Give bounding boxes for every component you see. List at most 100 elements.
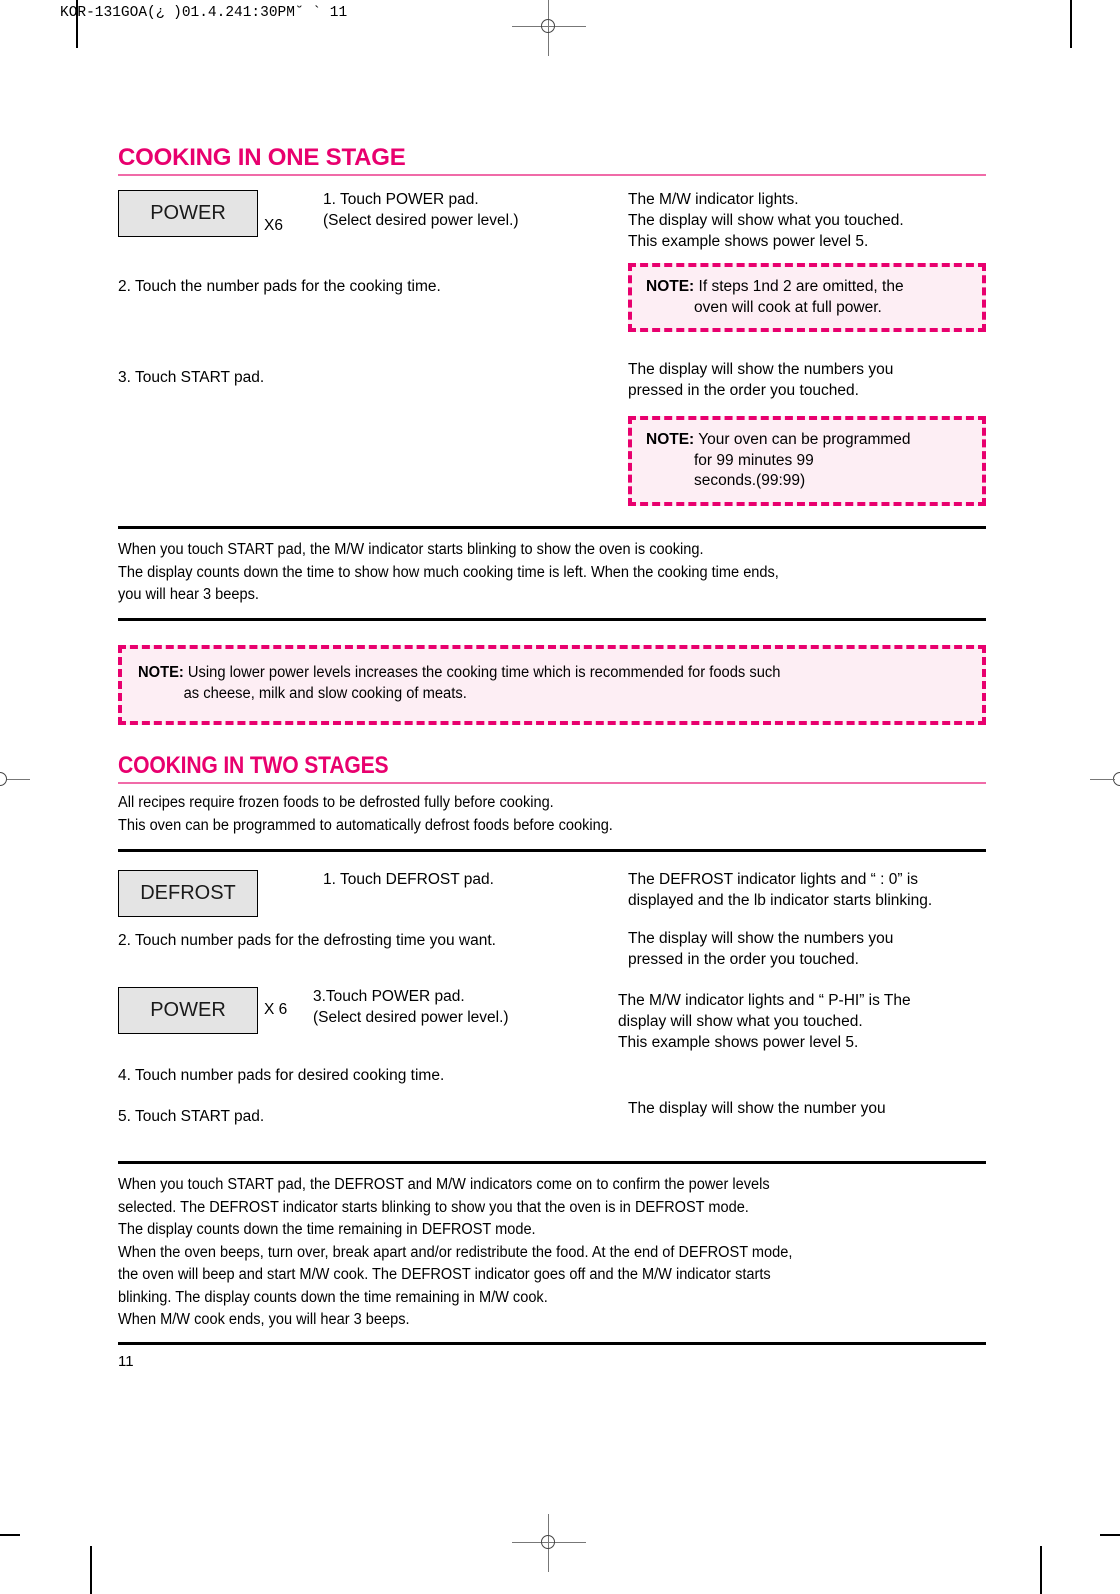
section-two-title-rule (118, 782, 986, 785)
result-1-line-2: The display will show what you touched. (628, 212, 904, 230)
crop-mark-bottom-left-vertical (90, 1546, 92, 1594)
result-2-line-1: The display will show the numbers you (628, 361, 894, 379)
step-d5-result: The display will show the number you (628, 1099, 986, 1120)
section-one-title: COOKING IN ONE STAGE (118, 144, 406, 171)
print-slug: KOR-131GOA(¿ )01.4.241:30PM˘ ` 11 (60, 5, 348, 21)
note-3-label: NOTE: (138, 664, 184, 682)
step-row-2: 2. Touch the number pads for the cooking… (118, 263, 986, 333)
summary-2-line-6: blinking. The display counts down the ti… (118, 1288, 548, 1306)
defrost-pad-button[interactable]: DEFROST (118, 870, 258, 917)
summary-1-line-2: The display counts down the time to show… (118, 563, 779, 581)
crop-mark-top-right-vertical (1070, 0, 1072, 48)
result-d3-line-3: This example shows power level 5. (618, 1033, 859, 1051)
crop-mark-bottom-left-horizontal (0, 1534, 20, 1536)
summary-2-line-3: The display counts down the time remaini… (118, 1221, 536, 1239)
summary-1-line-3: you will hear 3 beeps. (118, 585, 259, 603)
power-pad-button-2[interactable]: POWER (118, 986, 258, 1034)
step-d5-line: 5. Touch START pad. (118, 1107, 265, 1125)
note-1-line-1: NOTE: If steps 1nd 2 are omitted, the (646, 277, 970, 298)
step-row-3: 3. Touch START pad. The display will sho… (118, 361, 986, 402)
result-d1-line-2: displayed and the lb indicator starts bl… (628, 891, 933, 909)
intro-line-1: All recipes require frozen foods to be d… (118, 794, 554, 812)
page-number: 11 (118, 1352, 134, 1370)
step-2-line: 2. Touch the number pads for the cooking… (118, 278, 441, 296)
summary-2-line-5: the oven will beep and start M/W cook. T… (118, 1266, 771, 1284)
step-d1-line: 1. Touch DEFROST pad. (323, 871, 494, 888)
result-d3-line-2: display will show what you touched. (618, 1012, 863, 1030)
step-d3-result: The M/W indicator lights and “ P-HI” is … (618, 991, 986, 1054)
note-2-label: NOTE: (646, 431, 695, 449)
step-d1-text: 1. Touch DEFROST pad. (323, 870, 628, 891)
power-pad-multiplier-2: X 6 (264, 1001, 288, 1019)
registration-mark-left (0, 765, 30, 795)
note-2-line-2: for 99 minutes 99 (694, 451, 814, 469)
defrost-pad-cell: DEFROST (118, 870, 323, 917)
step-row-d2: 2. Touch number pads for the defrosting … (118, 929, 986, 971)
section-two-intro: All recipes require frozen foods to be d… (118, 792, 983, 837)
summary-2-line-4: When the oven beeps, turn over, break ap… (118, 1243, 793, 1261)
crop-mark-bottom-right-horizontal (1100, 1534, 1120, 1536)
section-one-summary: When you touch START pad, the M/W indica… (118, 539, 983, 606)
note-box-3: NOTE: Using lower power levels increases… (118, 645, 986, 725)
result-d2-line-2: pressed in the order you touched. (628, 950, 859, 968)
step-d5-text: 5. Touch START pad. (118, 1107, 628, 1128)
step-d2-text: 2. Touch number pads for the defrosting … (118, 931, 628, 952)
divider-rule-5 (118, 1341, 986, 1345)
registration-mark-bottom (512, 1514, 586, 1572)
step-row-d4: 4. Touch number pads for desired cooking… (118, 1066, 986, 1087)
step-1-result: The M/W indicator lights. The display wi… (628, 190, 986, 253)
summary-1-line-1: When you touch START pad, the M/W indica… (118, 541, 704, 559)
note-box-1-cell: NOTE: If steps 1nd 2 are omitted, the ov… (628, 263, 986, 333)
result-2-line-2: pressed in the order you touched. (628, 382, 859, 400)
summary-2-line-2: selected. The DEFROST indicator starts b… (118, 1198, 749, 1216)
result-d4-line-1: The display will show the number you (628, 1099, 886, 1117)
power-pad-multiplier: X6 (264, 217, 283, 235)
result-1-line-3: This example shows power level 5. (628, 233, 869, 251)
step-3-result: The display will show the numbers you pr… (628, 360, 986, 402)
section-two-steps: DEFROST 1. Touch DEFROST pad. The DEFROS… (118, 870, 986, 1127)
section-one-steps: POWER X6 1. Touch POWER pad. (Select des… (118, 190, 986, 507)
step-1-text: 1. Touch POWER pad. (Select desired powe… (323, 190, 628, 232)
note-3-line-1: NOTE: Using lower power levels increases… (138, 663, 927, 684)
summary-2-line-1: When you touch START pad, the DEFROST an… (118, 1176, 770, 1194)
section-two-summary: When you touch START pad, the DEFROST an… (118, 1174, 983, 1331)
result-1-line-1: The M/W indicator lights. (628, 191, 799, 209)
power-pad-cell-2: POWER X 6 (118, 986, 323, 1034)
note-box-2: NOTE: Your oven can be programmed for 99… (628, 416, 986, 507)
step-d3-line-2: (Select desired power level.) (313, 1008, 509, 1026)
page-content: COOKING IN ONE STAGE POWER X6 1. Touch P… (118, 144, 986, 1370)
result-d2-line-1: The display will show the numbers you (628, 930, 894, 947)
summary-2-line-7: When M/W cook ends, you will hear 3 beep… (118, 1311, 410, 1329)
step-row-d3: POWER X 6 3.Touch POWER pad. (Select des… (118, 986, 986, 1054)
note-3-line-2: as cheese, milk and slow cooking of meat… (183, 685, 467, 703)
note-1-line-2: oven will cook at full power. (694, 298, 882, 316)
registration-mark-right (1090, 765, 1120, 795)
intro-line-2: This oven can be programmed to automatic… (118, 816, 613, 834)
note-3-text-1: Using lower power levels increases the c… (187, 664, 781, 682)
step-d3-text: 3.Touch POWER pad. (Select desired power… (313, 987, 618, 1029)
power-pad-button[interactable]: POWER (118, 190, 258, 238)
step-d4-line: 4. Touch number pads for desired cooking… (118, 1066, 445, 1084)
crop-mark-bottom-right-vertical (1040, 1546, 1042, 1594)
step-d1-result: The DEFROST indicator lights and “ : 0” … (628, 870, 986, 912)
step-1-line-1: 1. Touch POWER pad. (323, 191, 479, 209)
note-1-label: NOTE: (646, 278, 695, 296)
step-2-text: 2. Touch the number pads for the cooking… (118, 277, 628, 298)
step-3-text: 3. Touch START pad. (118, 368, 628, 389)
note-2-text-1: Your oven can be programmed (698, 431, 911, 449)
note-box-2-cell: NOTE: Your oven can be programmed for 99… (628, 416, 986, 507)
step-d2-result: The display will show the numbers you pr… (628, 929, 986, 971)
note-box-1: NOTE: If steps 1nd 2 are omitted, the ov… (628, 263, 986, 333)
step-d2-line: 2. Touch number pads for the defrosting … (118, 932, 496, 949)
step-d3-line-1: 3.Touch POWER pad. (313, 987, 465, 1005)
step-3-line: 3. Touch START pad. (118, 369, 265, 387)
note-2-line-1: NOTE: Your oven can be programmed (646, 430, 970, 451)
note-1-text-1: If steps 1nd 2 are omitted, the (698, 278, 904, 296)
step-row-d1: DEFROST 1. Touch DEFROST pad. The DEFROS… (118, 870, 986, 917)
step-row-d5: 5. Touch START pad. The display will sho… (118, 1100, 986, 1128)
step-d4-text: 4. Touch number pads for desired cooking… (118, 1066, 628, 1087)
result-d1-line-1: The DEFROST indicator lights and “ : 0” … (628, 871, 919, 888)
power-pad-cell: POWER X6 (118, 190, 323, 238)
step-1-line-2: (Select desired power level.) (323, 212, 519, 230)
note-row-2: NOTE: Your oven can be programmed for 99… (118, 416, 986, 507)
